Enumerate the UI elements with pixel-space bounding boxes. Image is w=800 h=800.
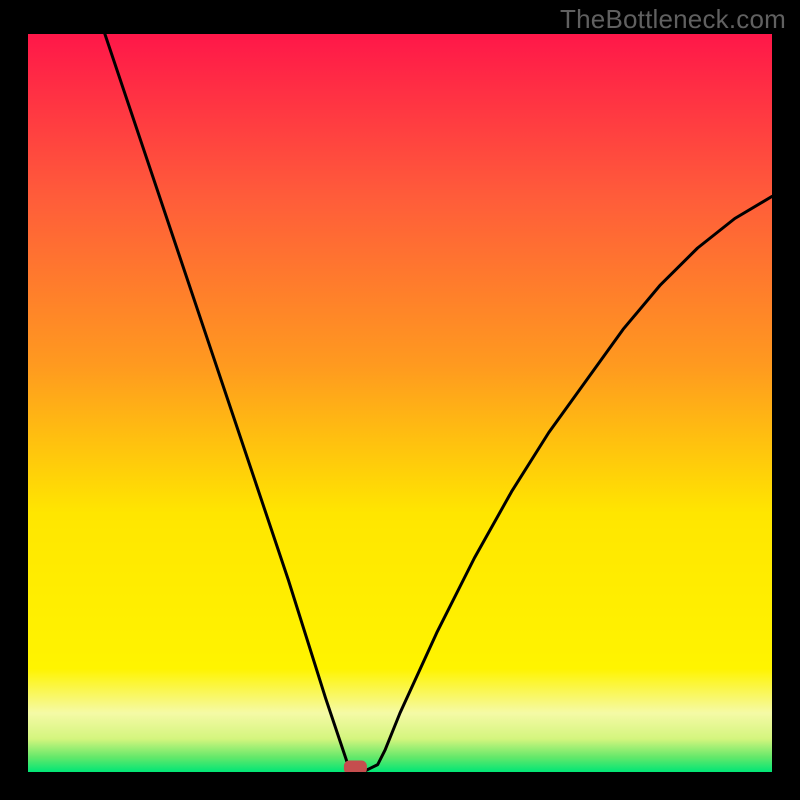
sweet-spot-marker: [344, 761, 366, 772]
plot-area: [28, 34, 772, 772]
chart-frame: TheBottleneck.com: [0, 0, 800, 800]
plot-svg: [28, 34, 772, 772]
gradient-background: [28, 34, 772, 772]
watermark-text: TheBottleneck.com: [560, 4, 786, 35]
